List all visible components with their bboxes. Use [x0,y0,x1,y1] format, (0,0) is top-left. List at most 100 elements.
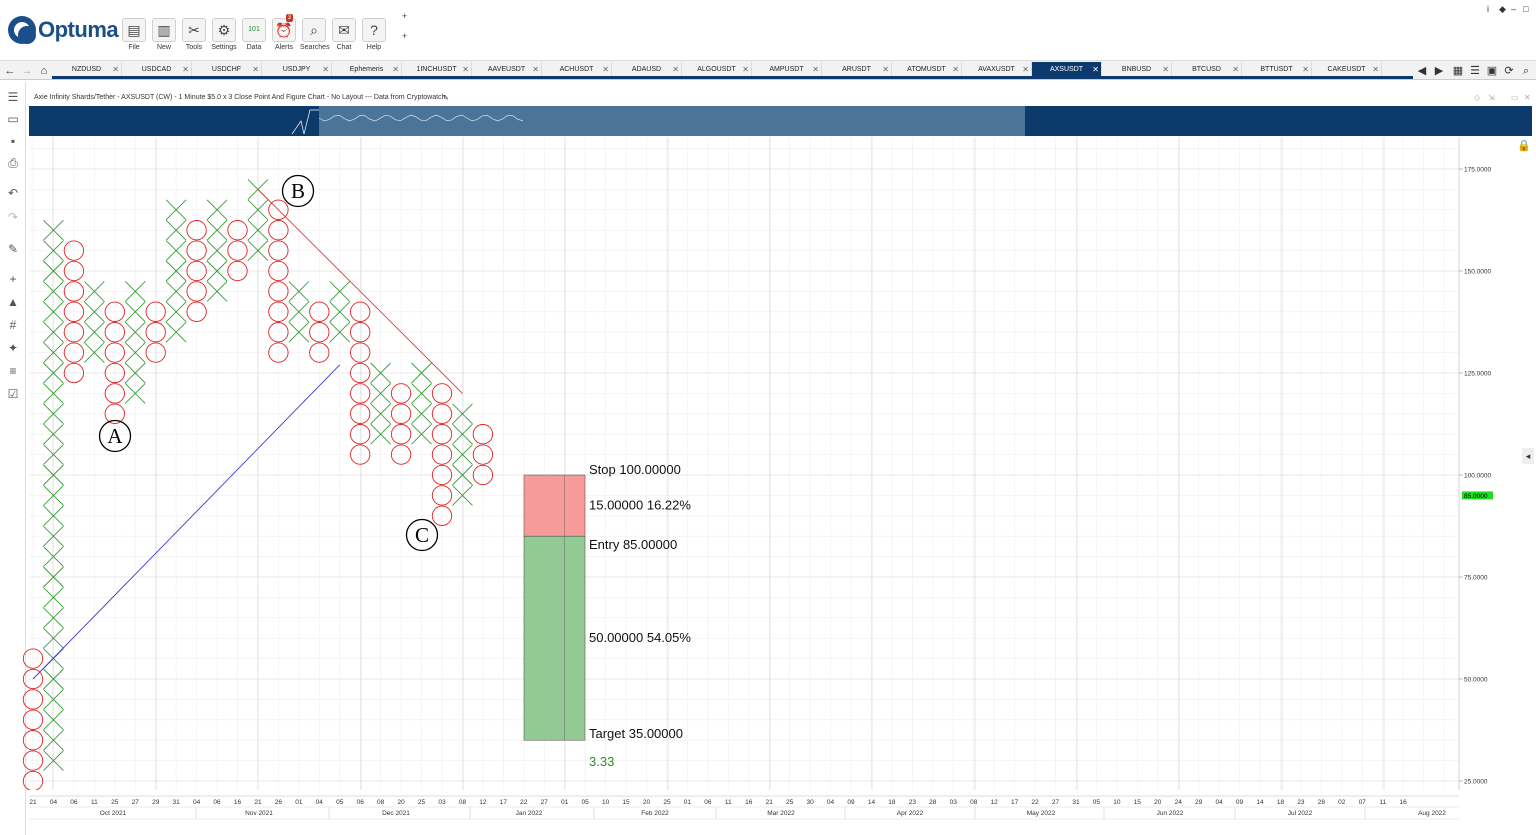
stop-label: Stop 100.00000 [589,462,681,477]
y-tick-label: 25.0000 [1464,779,1488,786]
x-tick-label: 12 [479,799,487,806]
x-tick-label: 01 [561,799,569,806]
x-tick-label: 29 [1195,799,1203,806]
x-month-label: Jul 2022 [1288,810,1313,817]
x-month-label: Mar 2022 [767,810,795,817]
x-tick-label: 23 [1297,799,1305,806]
x-tick-label: 28 [929,799,937,806]
annotation-letter: C [415,523,429,547]
x-month-label: Apr 2022 [897,810,924,817]
x-tick-label: 05 [336,799,344,806]
x-tick-label: 27 [1052,799,1060,806]
risk-zone [523,474,586,537]
y-tick-label: 175.0000 [1464,167,1491,174]
y-tick-label: 150.0000 [1464,269,1491,276]
x-tick-label: 17 [500,799,508,806]
x-month-label: Jan 2022 [516,810,543,817]
x-month-label: Feb 2022 [641,810,669,817]
annotation-letter: B [291,179,305,203]
x-tick-label: 27 [541,799,549,806]
x-tick-label: 06 [357,799,365,806]
x-tick-label: 22 [1031,799,1039,806]
x-tick-label: 23 [909,799,917,806]
y-tick-label: 50.0000 [1464,677,1488,684]
x-tick-label: 25 [111,799,119,806]
x-tick-label: 10 [1113,799,1121,806]
x-tick-label: 11 [91,799,98,806]
x-tick-label: 25 [786,799,794,806]
x-month-label: May 2022 [1027,810,1056,817]
x-tick-label: 20 [1154,799,1162,806]
x-tick-label: 18 [888,799,896,806]
x-tick-label: 26 [275,799,283,806]
x-tick-label: 29 [152,799,160,806]
x-tick-label: 10 [602,799,610,806]
x-tick-label: 14 [868,799,876,806]
x-tick-label: 04 [827,799,835,806]
annotation-letter: A [107,424,123,448]
x-month-label: Oct 2021 [100,810,127,817]
annotation-b: B [281,174,315,208]
reward-risk-ratio: 3.33 [589,754,614,769]
x-tick-label: 08 [459,799,467,806]
x-tick-label: 20 [643,799,651,806]
entry-label: Entry 85.00000 [589,537,677,552]
x-tick-label: 07 [1359,799,1367,806]
x-tick-label: 01 [295,799,303,806]
last-price-label: 85.0000 [1464,493,1488,500]
x-tick-label: 04 [193,799,201,806]
collapse-panel-icon[interactable]: ◂ [1522,448,1534,464]
risk-amount-label: 15.00000 16.22% [589,498,691,513]
target-label: Target 35.00000 [589,726,683,741]
x-tick-label: 02 [1338,799,1346,806]
x-tick-label: 08 [377,799,385,806]
x-tick-label: 09 [1236,799,1244,806]
y-tick-label: 125.0000 [1464,371,1491,378]
x-tick-label: 11 [725,799,732,806]
x-month-label: Aug 2022 [1418,810,1446,817]
x-tick-label: 18 [1277,799,1285,806]
x-tick-label: 01 [684,799,692,806]
y-tick-label: 75.0000 [1464,575,1488,582]
x-tick-label: 08 [970,799,978,806]
x-tick-label: 16 [1400,799,1408,806]
x-tick-label: 21 [29,799,37,806]
x-tick-label: 21 [766,799,774,806]
x-tick-label: 06 [70,799,78,806]
x-tick-label: 27 [132,799,140,806]
x-tick-label: 06 [213,799,221,806]
x-tick-label: 15 [622,799,630,806]
pnf-chart[interactable]: 25.000050.000075.0000100.0000125.0000150… [0,0,1536,835]
x-tick-label: 24 [1175,799,1183,806]
x-tick-label: 16 [234,799,242,806]
x-tick-label: 03 [438,799,446,806]
x-tick-label: 03 [950,799,958,806]
x-tick-label: 20 [397,799,405,806]
support-trendline [32,364,341,680]
x-tick-label: 25 [663,799,671,806]
x-month-label: Nov 2021 [245,810,273,817]
annotation-c: C [405,518,439,552]
x-tick-label: 11 [1379,799,1386,806]
x-tick-label: 04 [316,799,324,806]
x-tick-label: 09 [847,799,855,806]
x-month-label: Jun 2022 [1157,810,1184,817]
x-axis-background [29,790,1459,820]
x-tick-label: 31 [173,799,181,806]
x-tick-label: 31 [1072,799,1080,806]
x-tick-label: 30 [806,799,814,806]
x-tick-label: 06 [704,799,712,806]
x-month-label: Dec 2021 [382,810,410,817]
x-tick-label: 16 [745,799,753,806]
x-tick-label: 28 [1318,799,1326,806]
x-tick-label: 17 [1011,799,1019,806]
reward-zone [523,535,586,741]
chart-lock-icon: 🔒 [1517,139,1531,152]
x-tick-label: 25 [418,799,426,806]
x-tick-label: 04 [1215,799,1223,806]
x-tick-label: 21 [254,799,262,806]
x-tick-label: 05 [1093,799,1101,806]
navigator-window [319,106,1025,136]
x-tick-label: 05 [582,799,590,806]
x-tick-label: 14 [1256,799,1264,806]
